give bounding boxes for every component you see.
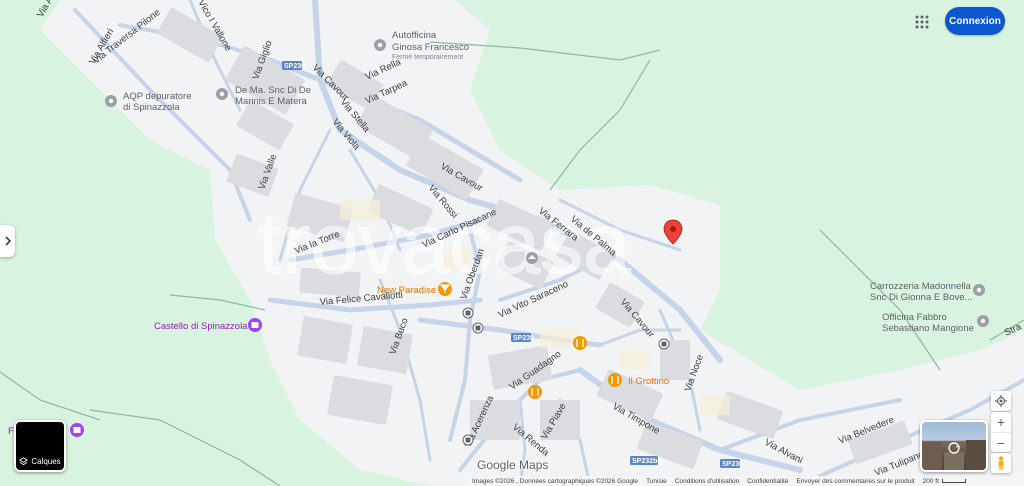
my-location-button[interactable]: [991, 391, 1011, 411]
restaurant-icon: [573, 336, 587, 350]
place-of-worship-icon[interactable]: [526, 252, 538, 264]
poi-label: Castello di Spinazzola: [154, 321, 248, 332]
apps-button[interactable]: [908, 8, 936, 36]
layers-label-row: Calques: [16, 457, 64, 466]
poi-label: Il Grottino: [628, 376, 669, 387]
poi-carrozzeria[interactable]: Carrozzeria Madonnella Snc Di Gionna E B…: [870, 281, 985, 303]
bus-stop-icon[interactable]: [472, 322, 484, 334]
attribution-bar: Images ©2026 , Données cartographiques ©…: [468, 476, 1024, 486]
pegman-icon: [998, 456, 1004, 470]
road-shield: SP230: [720, 459, 743, 468]
layers-button[interactable]: Calques: [14, 420, 66, 472]
layers-icon: [19, 457, 29, 466]
zoom-in-button[interactable]: +: [991, 412, 1011, 432]
road-shield: SP232bis: [630, 456, 663, 465]
svg-text:SP230: SP230: [513, 335, 534, 342]
poi-label: Carrozzeria Madonnella: [870, 281, 972, 292]
bus-stop-icon[interactable]: [462, 434, 474, 446]
poi-label: Snc Di Gionna E Bove...: [870, 292, 972, 303]
road-shield: SP230: [511, 333, 534, 342]
road-shield: SP230: [282, 61, 305, 70]
poi-label: De Ma. Snc Di De: [235, 85, 311, 96]
poi-restaurant[interactable]: [573, 336, 587, 350]
pegman-button[interactable]: [991, 453, 1011, 473]
google-maps-logo: Google Maps: [477, 458, 549, 472]
layers-label: Calques: [31, 457, 61, 466]
poi-label: New Paradise: [377, 285, 436, 296]
poi-label: AQP depuratore: [123, 91, 191, 102]
poi-label: Marinis E Matera: [235, 96, 308, 107]
poi-label: Autofficina: [392, 30, 437, 41]
signin-button[interactable]: Connexion: [945, 7, 1005, 35]
poi-castello[interactable]: Castello di Spinazzola: [154, 318, 262, 332]
map-canvas[interactable]: trovacasa Via Traversa Pilone Via Alfier…: [0, 0, 1024, 486]
imagery-credit: Images ©2026 , Données cartographiques ©…: [472, 477, 639, 485]
scale-line: [941, 479, 966, 483]
privacy-link[interactable]: Confidentialité: [747, 478, 788, 485]
feedback-link[interactable]: Envoyer des commentaires sur le produit: [796, 478, 914, 485]
chevron-right-icon: [4, 236, 11, 246]
bus-stop-icon[interactable]: [462, 307, 474, 319]
zoom-out-button[interactable]: −: [991, 432, 1011, 452]
zoom-controls: + −: [991, 412, 1011, 452]
poi-label: Sebastiano Mangione: [882, 323, 974, 334]
scale-label: 200 ft: [922, 477, 939, 485]
poi-restaurant[interactable]: [528, 385, 542, 399]
svg-text:SP230: SP230: [722, 461, 743, 468]
terms-link[interactable]: Conditions d'utilisation: [675, 478, 739, 485]
expand-panel-button[interactable]: [0, 225, 15, 257]
poi-label: Officina Fabbro: [882, 312, 947, 323]
poi-label: Ginosa Francesco: [392, 42, 469, 53]
poi-il-grottino[interactable]: Il Grottino: [608, 373, 669, 387]
country-link[interactable]: Tunisie: [646, 478, 667, 485]
my-location-icon: [995, 395, 1007, 407]
poi-label: di Spinazzola: [123, 102, 180, 113]
restaurant-icon: [608, 373, 622, 387]
svg-text:SP230: SP230: [284, 63, 305, 70]
bus-stop-icon[interactable]: [658, 338, 670, 350]
svg-text:SP232bis: SP232bis: [632, 458, 663, 465]
street-view-thumbnail[interactable]: [920, 420, 988, 472]
restaurant-icon: [528, 385, 542, 399]
poi-status: Fermé temporairement: [392, 54, 463, 61]
scale-bar[interactable]: 200 ft: [923, 478, 966, 485]
street-view-preview: [922, 440, 986, 470]
poi-new-paradise[interactable]: New Paradise: [377, 282, 452, 296]
apps-grid-icon: [915, 15, 929, 29]
